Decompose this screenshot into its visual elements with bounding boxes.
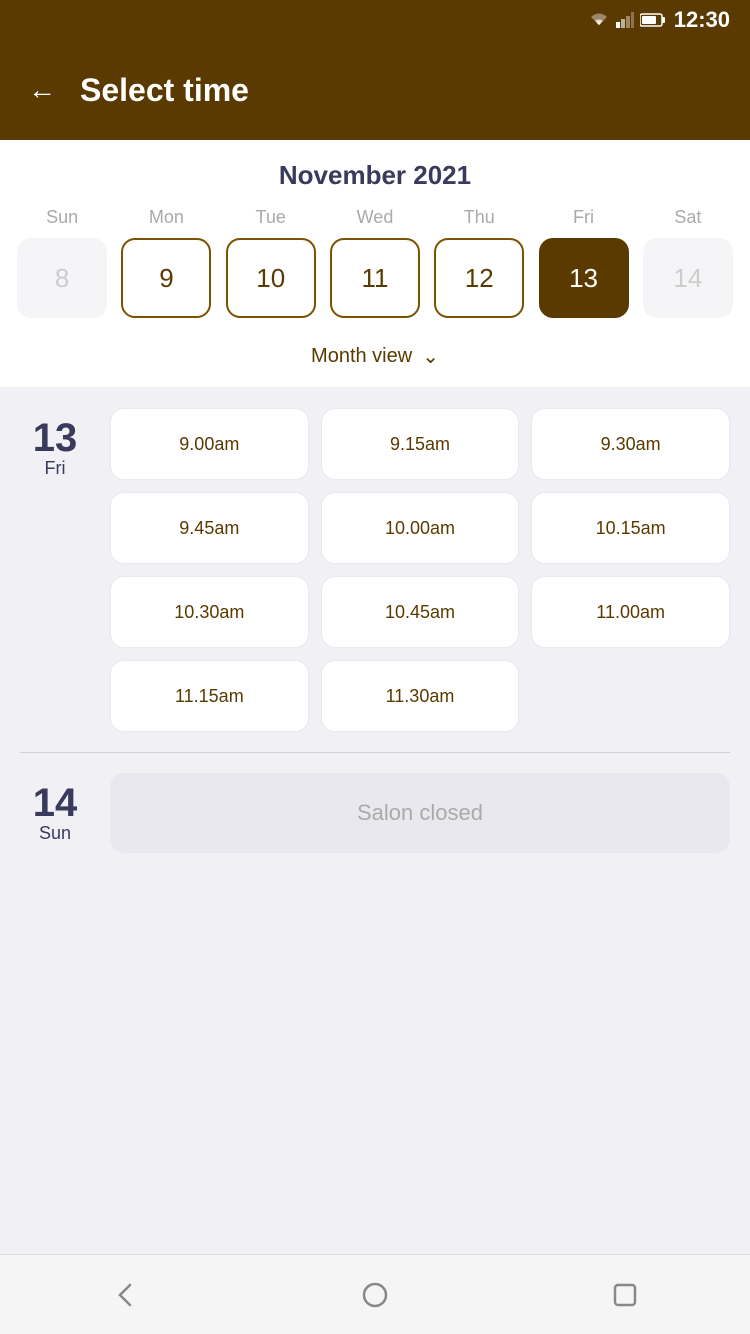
app-header: ← Select time <box>0 40 750 140</box>
weekday-thu: Thu <box>434 207 524 228</box>
slot-1030am[interactable]: 10.30am <box>110 576 309 648</box>
slots-grid-13: 9.00am 9.15am 9.30am 9.45am 10.00am 10.1… <box>110 408 730 732</box>
date-row: 8 9 10 11 12 13 14 <box>0 238 750 334</box>
slots-section: 13 Fri 9.00am 9.15am 9.30am 9.45am 10.00… <box>0 388 750 893</box>
weekday-tue: Tue <box>226 207 316 228</box>
chevron-down-icon: ⌄ <box>422 344 439 369</box>
page-title: Select time <box>80 72 249 109</box>
weekday-header: Sun Mon Tue Wed Thu Fri Sat <box>0 207 750 228</box>
date-14[interactable]: 14 <box>643 238 733 318</box>
slot-930am[interactable]: 9.30am <box>531 408 730 480</box>
day-name-13: Fri <box>45 458 66 479</box>
date-8[interactable]: 8 <box>17 238 107 318</box>
weekday-sun: Sun <box>17 207 107 228</box>
day-entry-13: 13 Fri 9.00am 9.15am 9.30am 9.45am 10.00… <box>20 408 730 732</box>
date-13[interactable]: 13 <box>539 238 629 318</box>
back-nav-button[interactable] <box>100 1270 150 1320</box>
month-view-label: Month view <box>311 345 412 368</box>
slot-1015am[interactable]: 10.15am <box>531 492 730 564</box>
slot-945am[interactable]: 9.45am <box>110 492 309 564</box>
day-entry-14: 14 Sun Salon closed <box>20 773 730 853</box>
status-time: 12:30 <box>674 7 730 33</box>
weekday-fri: Fri <box>539 207 629 228</box>
signal-icon <box>616 12 634 28</box>
status-bar: 12:30 <box>0 0 750 40</box>
day-number-14: 14 <box>33 783 78 823</box>
weekday-wed: Wed <box>330 207 420 228</box>
slot-900am[interactable]: 9.00am <box>110 408 309 480</box>
slot-915am[interactable]: 9.15am <box>321 408 520 480</box>
salon-closed-text: Salon closed <box>357 800 483 826</box>
day-name-14: Sun <box>39 823 71 844</box>
day-number-13: 13 <box>33 418 78 458</box>
back-nav-icon <box>110 1280 140 1310</box>
day-label-13: 13 Fri <box>20 408 90 732</box>
date-12[interactable]: 12 <box>434 238 524 318</box>
back-button[interactable]: ← <box>28 74 56 106</box>
recents-nav-button[interactable] <box>600 1270 650 1320</box>
slot-1130am[interactable]: 11.30am <box>321 660 520 732</box>
battery-icon <box>640 13 666 27</box>
home-nav-icon <box>360 1280 390 1310</box>
wifi-icon <box>588 12 610 28</box>
slot-1115am[interactable]: 11.15am <box>110 660 309 732</box>
date-10[interactable]: 10 <box>226 238 316 318</box>
weekday-mon: Mon <box>121 207 211 228</box>
date-11[interactable]: 11 <box>330 238 420 318</box>
weekday-sat: Sat <box>643 207 733 228</box>
day-label-14: 14 Sun <box>20 773 90 853</box>
slot-1000am[interactable]: 10.00am <box>321 492 520 564</box>
day-divider <box>20 752 730 753</box>
slot-1045am[interactable]: 10.45am <box>321 576 520 648</box>
slot-1100am[interactable]: 11.00am <box>531 576 730 648</box>
recents-nav-icon <box>610 1280 640 1310</box>
month-year-title: November 2021 <box>0 160 750 191</box>
salon-closed-banner: Salon closed <box>110 773 730 853</box>
date-9[interactable]: 9 <box>121 238 211 318</box>
status-icons <box>588 12 666 28</box>
home-nav-button[interactable] <box>350 1270 400 1320</box>
calendar-section: November 2021 Sun Mon Tue Wed Thu Fri Sa… <box>0 140 750 388</box>
month-view-toggle[interactable]: Month view ⌄ <box>0 334 750 388</box>
bottom-navigation <box>0 1254 750 1334</box>
